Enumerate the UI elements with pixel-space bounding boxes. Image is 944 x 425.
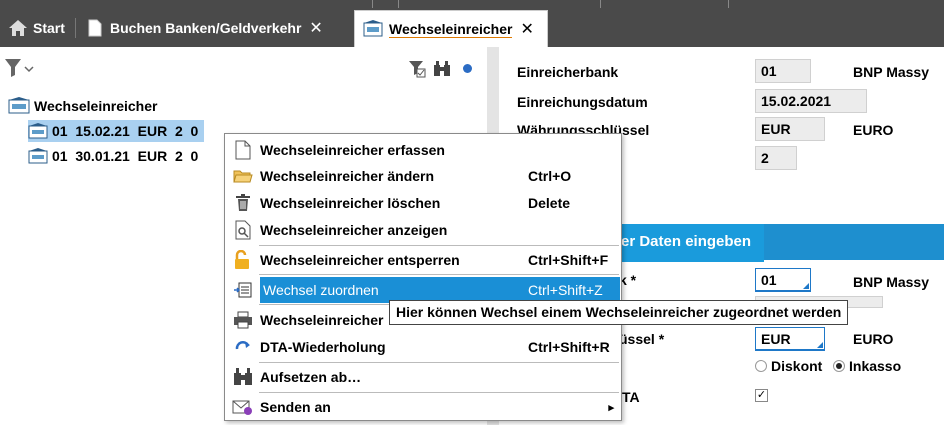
bank-icon bbox=[363, 20, 383, 37]
radio-inkasso[interactable]: Inkasso bbox=[833, 358, 901, 374]
document-icon bbox=[235, 140, 251, 160]
menu-separator bbox=[259, 392, 619, 393]
tab-wechseleinreicher-label: Wechseleinreicher bbox=[389, 20, 513, 38]
datum-value: 15.02.2021 bbox=[755, 89, 867, 113]
bank-icon bbox=[28, 147, 48, 163]
document-icon bbox=[88, 19, 102, 36]
tab-daten-eingeben[interactable]: er Daten eingeben bbox=[619, 224, 764, 262]
filter-check-icon[interactable] bbox=[408, 60, 426, 78]
menu-item-label: Wechseleinreicher anzeigen bbox=[260, 222, 448, 238]
tooltip: Hier können Wechsel einem Wechseleinreic… bbox=[389, 300, 849, 325]
radio-diskont-label: Diskont bbox=[771, 358, 823, 374]
tab-start[interactable]: Start bbox=[0, 8, 76, 47]
trash-icon bbox=[236, 194, 250, 211]
close-icon[interactable]: ✕ bbox=[520, 19, 533, 39]
menu-item-label: Wechseleinreicher löschen bbox=[260, 195, 441, 211]
menu-item-senden-an[interactable]: Senden an ▸ bbox=[226, 394, 620, 420]
einreicherbank-label: Einreicherbank bbox=[517, 64, 619, 80]
menu-item-aufsetzen[interactable]: Aufsetzen ab… bbox=[226, 364, 620, 390]
folder-open-icon bbox=[233, 170, 253, 183]
menu-item-entsperren[interactable]: Wechseleinreicher entsperren Ctrl+Shift+… bbox=[226, 247, 620, 273]
menu-item-erfassen[interactable]: Wechseleinreicher erfassen bbox=[226, 137, 620, 163]
dta-label: TA bbox=[622, 389, 640, 405]
bank-icon bbox=[28, 122, 48, 138]
tree-row[interactable]: 01 30.01.21 EUR 2 0 bbox=[28, 145, 198, 167]
menu-item-dta-wiederholung[interactable]: DTA-Wiederholung Ctrl+Shift+R bbox=[226, 334, 620, 360]
menu-item-shortcut: Ctrl+O bbox=[528, 168, 572, 184]
tab-bar: Start Buchen Banken/Geldverkehr ✕ Wechse… bbox=[0, 8, 944, 47]
tree-row-label: 01 15.02.21 EUR 2 0 bbox=[52, 123, 199, 139]
menu-item-label: Wechseleinreicher entsperren bbox=[260, 252, 460, 268]
binoculars-icon[interactable] bbox=[433, 60, 451, 78]
menu-item-shortcut: Ctrl+Shift+F bbox=[528, 252, 609, 268]
einreicherbank-value: 01 bbox=[755, 59, 811, 83]
menu-separator bbox=[259, 274, 619, 275]
einreicherbank-name: BNP Massy bbox=[853, 64, 930, 80]
tree-row-label: 01 30.01.21 EUR 2 0 bbox=[52, 148, 199, 164]
tree-root-label: Wechseleinreicher bbox=[34, 98, 158, 114]
dta-checkbox[interactable]: ✓ bbox=[755, 389, 768, 402]
status-dot bbox=[463, 64, 472, 73]
context-menu: Wechseleinreicher erfassen Wechseleinrei… bbox=[224, 133, 622, 421]
tab-wechseleinreicher[interactable]: Wechseleinreicher ✕ bbox=[354, 10, 548, 47]
radio-inkasso-label: Inkasso bbox=[849, 358, 902, 374]
radio-inkasso-dot bbox=[833, 360, 845, 372]
menu-item-label: DTA-Wiederholung bbox=[260, 339, 386, 355]
top-strip bbox=[0, 0, 944, 8]
waehrung-value: EUR bbox=[755, 117, 825, 141]
menu-item-label: Wechsel zuordnen bbox=[263, 282, 379, 298]
menu-separator bbox=[259, 245, 619, 246]
menu-item-shortcut: Delete bbox=[528, 195, 571, 211]
print-icon bbox=[234, 311, 252, 329]
filter-icon[interactable] bbox=[4, 58, 34, 78]
tab-buchen-banken-label: Buchen Banken/Geldverkehr bbox=[110, 19, 302, 36]
menu-item-shortcut: Ctrl+Shift+Z bbox=[528, 282, 603, 298]
assign-icon bbox=[234, 282, 252, 298]
send-icon bbox=[232, 400, 252, 415]
bank-input[interactable]: 01 bbox=[755, 268, 811, 292]
bank-input-name: BNP Massy bbox=[853, 274, 930, 290]
bank-icon bbox=[8, 97, 30, 114]
binoculars-icon bbox=[234, 368, 252, 385]
menu-item-anzeigen[interactable]: Wechseleinreicher anzeigen bbox=[226, 217, 620, 243]
tab-buchen-banken[interactable]: Buchen Banken/Geldverkehr ✕ bbox=[76, 8, 352, 47]
tree-root[interactable]: Wechseleinreicher bbox=[8, 97, 157, 115]
menu-item-shortcut: Ctrl+Shift+R bbox=[528, 339, 610, 355]
submenu-arrow-icon: ▸ bbox=[608, 401, 614, 414]
waehrung-name: EURO bbox=[853, 122, 894, 138]
menu-item-label: Wechseleinreicher ändern bbox=[260, 168, 435, 184]
menu-item-loeschen[interactable]: Wechseleinreicher löschen Delete bbox=[226, 190, 620, 216]
tab-start-label: Start bbox=[33, 19, 65, 36]
menu-separator bbox=[259, 362, 619, 363]
count-value: 2 bbox=[755, 146, 797, 170]
menu-item-aendern[interactable]: Wechseleinreicher ändern Ctrl+O bbox=[226, 163, 620, 189]
menu-item-label: Senden an bbox=[260, 399, 331, 415]
unlock-icon bbox=[235, 250, 249, 269]
view-document-icon bbox=[235, 220, 251, 240]
waehrung-input-label: üssel * bbox=[619, 331, 665, 347]
menu-item-label: Wechseleinreicher erfassen bbox=[260, 142, 445, 158]
radio-diskont-dot bbox=[755, 360, 767, 372]
menu-item-label: Aufsetzen ab… bbox=[260, 369, 362, 385]
tree-row[interactable]: 01 15.02.21 EUR 2 0 bbox=[28, 120, 205, 142]
radio-diskont[interactable]: Diskont bbox=[755, 358, 822, 374]
refresh-icon bbox=[235, 341, 250, 350]
waehrung-input-name: EURO bbox=[853, 331, 894, 347]
close-icon[interactable]: ✕ bbox=[309, 18, 322, 38]
datum-label: Einreichungsdatum bbox=[517, 94, 648, 110]
home-icon bbox=[9, 19, 27, 36]
waehrung-input[interactable]: EUR bbox=[755, 327, 825, 351]
